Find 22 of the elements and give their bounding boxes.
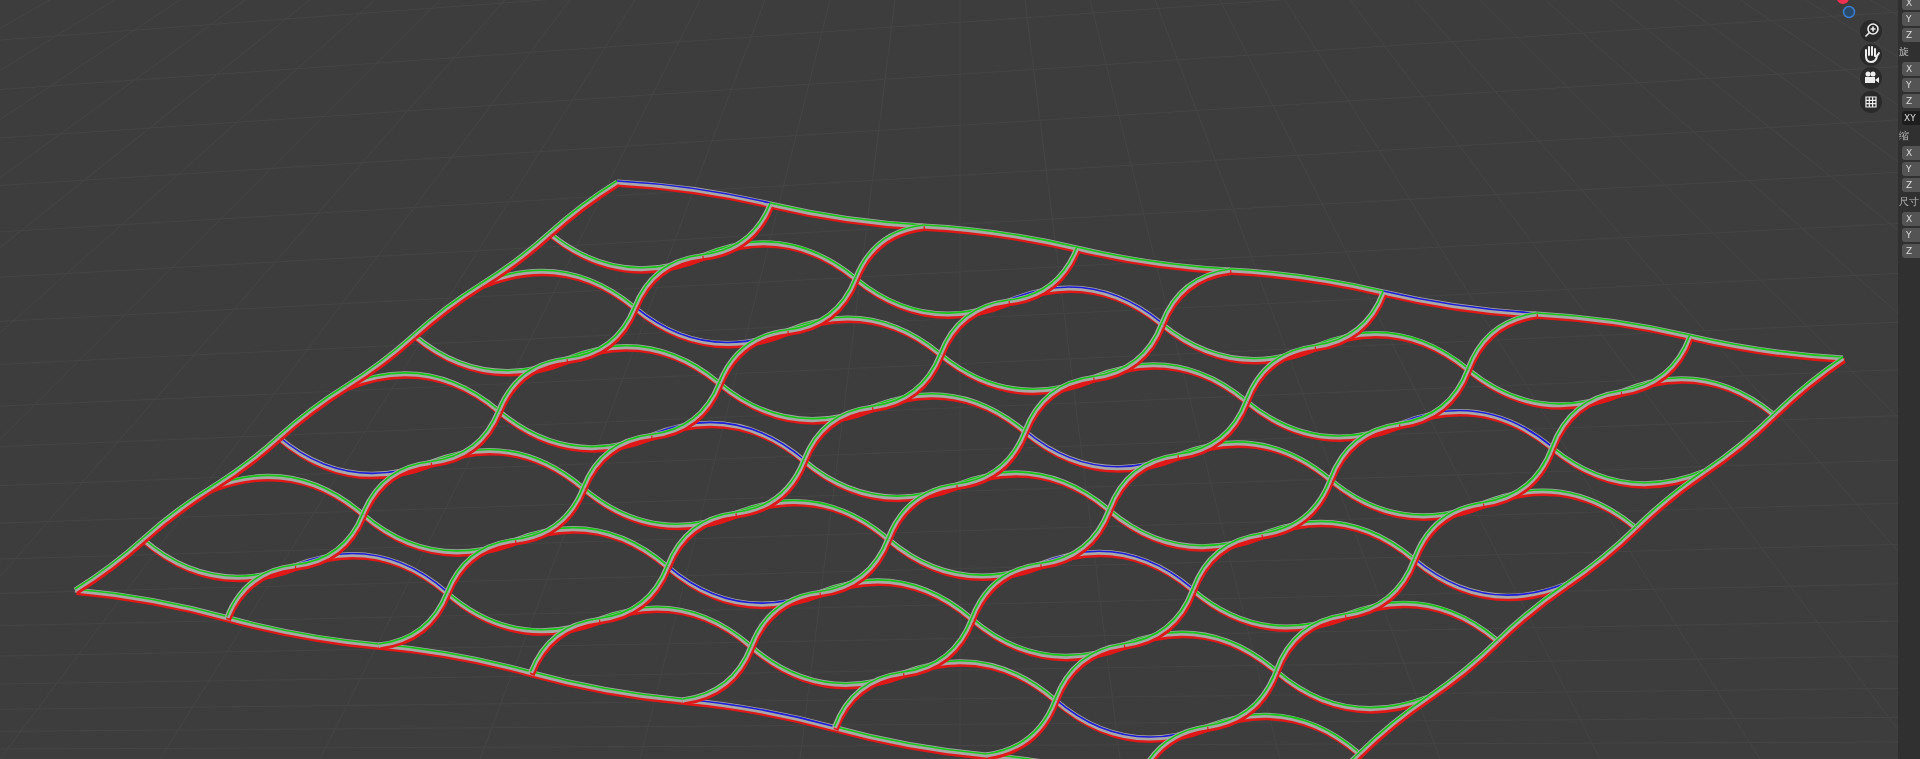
number-field[interactable]: X	[1902, 212, 1920, 226]
section-label: 缩	[1898, 129, 1910, 143]
axis-gizmo-icon[interactable]	[1837, 0, 1849, 4]
section-label: 尺寸	[1898, 195, 1920, 209]
number-field[interactable]: Z	[1902, 244, 1920, 258]
camera-icon[interactable]	[1860, 67, 1882, 89]
number-field[interactable]: Z	[1902, 28, 1920, 42]
hand-icon[interactable]	[1860, 44, 1882, 66]
number-field[interactable]: Z	[1902, 94, 1920, 108]
number-field[interactable]: Y	[1902, 12, 1920, 26]
mode-dropdown[interactable]: XY	[1902, 111, 1920, 125]
number-field[interactable]: Z	[1902, 178, 1920, 192]
number-field[interactable]: Y	[1902, 162, 1920, 176]
zoom-icon[interactable]	[1860, 20, 1882, 42]
axis-gizmo-icon[interactable]	[1842, 5, 1856, 19]
number-field[interactable]: X	[1902, 62, 1920, 76]
number-field[interactable]: X	[1902, 0, 1920, 10]
grid-icon[interactable]	[1860, 91, 1882, 113]
number-field[interactable]: X	[1902, 146, 1920, 160]
number-field[interactable]: Y	[1902, 78, 1920, 92]
section-label: 旋	[1898, 45, 1910, 59]
number-field[interactable]: Y	[1902, 228, 1920, 242]
